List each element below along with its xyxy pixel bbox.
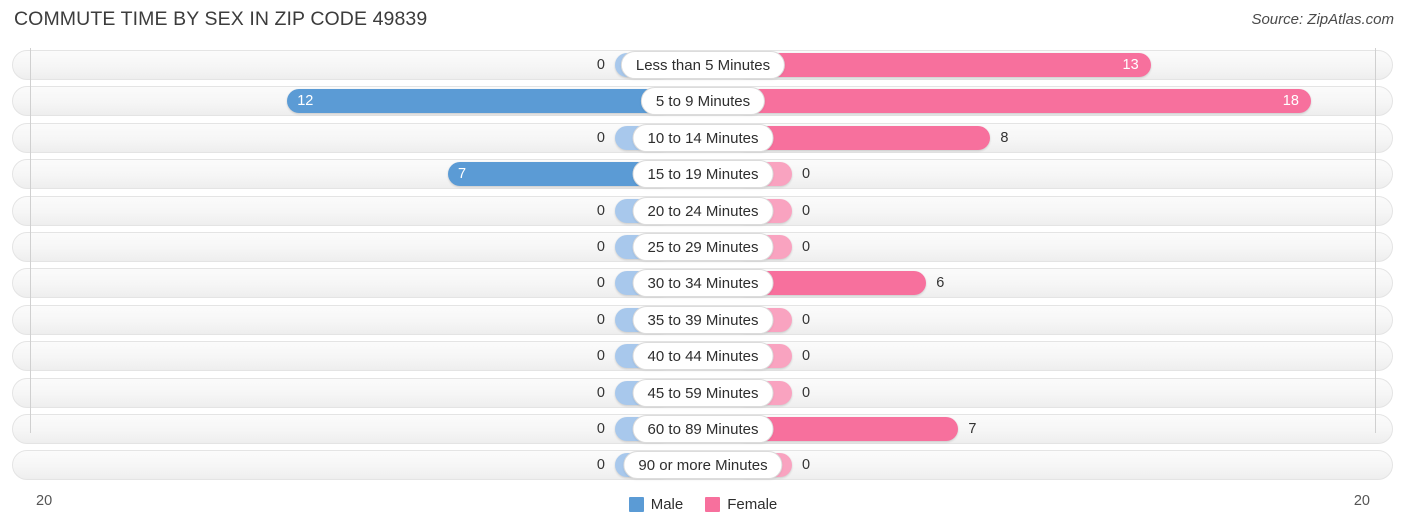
bar-value-male: 0: [596, 384, 605, 401]
category-label-pill: 30 to 34 Minutes: [632, 269, 774, 298]
bar-row: 0 0 90 or more Minutes: [0, 448, 1406, 484]
bar-value-male: 0: [596, 129, 605, 146]
category-label-pill: 25 to 29 Minutes: [632, 232, 774, 261]
legend-swatch-male-icon: [628, 497, 644, 512]
category-label-pill: 90 or more Minutes: [623, 451, 783, 480]
category-label-pill: 20 to 24 Minutes: [632, 196, 774, 225]
category-label-pill: 10 to 14 Minutes: [632, 123, 774, 152]
category-label-pill: 60 to 89 Minutes: [632, 414, 774, 443]
bar-row: 0 0 40 to 44 Minutes: [0, 339, 1406, 375]
bar-row: 0 0 35 to 39 Minutes: [0, 303, 1406, 339]
bar-female[interactable]: [734, 89, 1311, 114]
commute-time-chart: COMMUTE TIME BY SEX IN ZIP CODE 49839 So…: [0, 0, 1406, 523]
bar-value-male: 0: [596, 420, 605, 437]
bar-male[interactable]: [287, 89, 673, 114]
bar-row-list: 0 13 Less than 5 Minutes 12 18 5 to 9 Minutes…: [0, 48, 1406, 485]
bar-value-female: 0: [802, 166, 811, 183]
bar-value-male: 0: [596, 457, 605, 474]
source-attribution: Source: ZipAtlas.com: [1251, 11, 1394, 28]
bar-value-male: 0: [596, 311, 605, 328]
bar-value-female: 0: [802, 348, 811, 365]
bar-value-female: 6: [936, 275, 945, 292]
bar-female[interactable]: [734, 53, 1151, 77]
category-label-pill: 40 to 44 Minutes: [632, 342, 774, 371]
bar-value-female: 0: [802, 384, 811, 401]
chart-legend: Male Female: [0, 496, 1406, 513]
bar-value-male: 0: [596, 57, 605, 73]
category-label-pill: Less than 5 Minutes: [620, 51, 786, 79]
legend-swatch-female-icon: [705, 497, 721, 512]
legend-label-male: Male: [650, 496, 684, 513]
category-label-pill: 15 to 19 Minutes: [632, 160, 774, 189]
bar-value-female: 0: [802, 457, 811, 474]
page-title: COMMUTE TIME BY SEX IN ZIP CODE 49839: [14, 8, 428, 30]
bar-value-female: 13: [1122, 57, 1139, 73]
bar-value-male: 12: [297, 93, 314, 110]
bar-value-female: 0: [802, 238, 811, 255]
bar-value-male: 0: [596, 202, 605, 219]
bar-value-male: 0: [596, 238, 605, 255]
plot-area: 0 13 Less than 5 Minutes 12 18 5 to 9 Minutes…: [0, 48, 1406, 485]
bar-value-male: 0: [596, 348, 605, 365]
bar-row: 0 0 25 to 29 Minutes: [0, 230, 1406, 266]
bar-value-male: 0: [596, 275, 605, 292]
bar-value-male: 7: [457, 166, 467, 183]
bar-value-female: 0: [802, 202, 811, 219]
bar-row: 7 0 15 to 19 Minutes: [0, 157, 1406, 193]
bar-row: 0 6 30 to 34 Minutes: [0, 266, 1406, 302]
bar-row: 0 0 45 to 59 Minutes: [0, 376, 1406, 412]
bar-row: 12 18 5 to 9 Minutes: [0, 84, 1406, 120]
bar-row: 0 13 Less than 5 Minutes: [0, 48, 1406, 84]
bar-row: 0 0 20 to 24 Minutes: [0, 194, 1406, 230]
gridline-right-max: [1375, 48, 1376, 433]
bar-value-female: 8: [1000, 129, 1009, 146]
legend-label-female: Female: [727, 496, 778, 513]
legend-item-male[interactable]: Male: [628, 496, 684, 513]
bar-row: 0 7 60 to 89 Minutes: [0, 412, 1406, 448]
gridline-left-max: [30, 48, 31, 433]
category-label-pill: 5 to 9 Minutes: [640, 87, 766, 116]
legend-item-female[interactable]: Female: [705, 496, 777, 513]
bar-value-female: 0: [802, 311, 811, 328]
bar-value-female: 7: [968, 420, 977, 437]
category-label-pill: 45 to 59 Minutes: [632, 378, 774, 407]
category-label-pill: 35 to 39 Minutes: [632, 305, 774, 334]
bar-value-female: 18: [1282, 93, 1299, 110]
bar-row: 0 8 10 to 14 Minutes: [0, 121, 1406, 157]
